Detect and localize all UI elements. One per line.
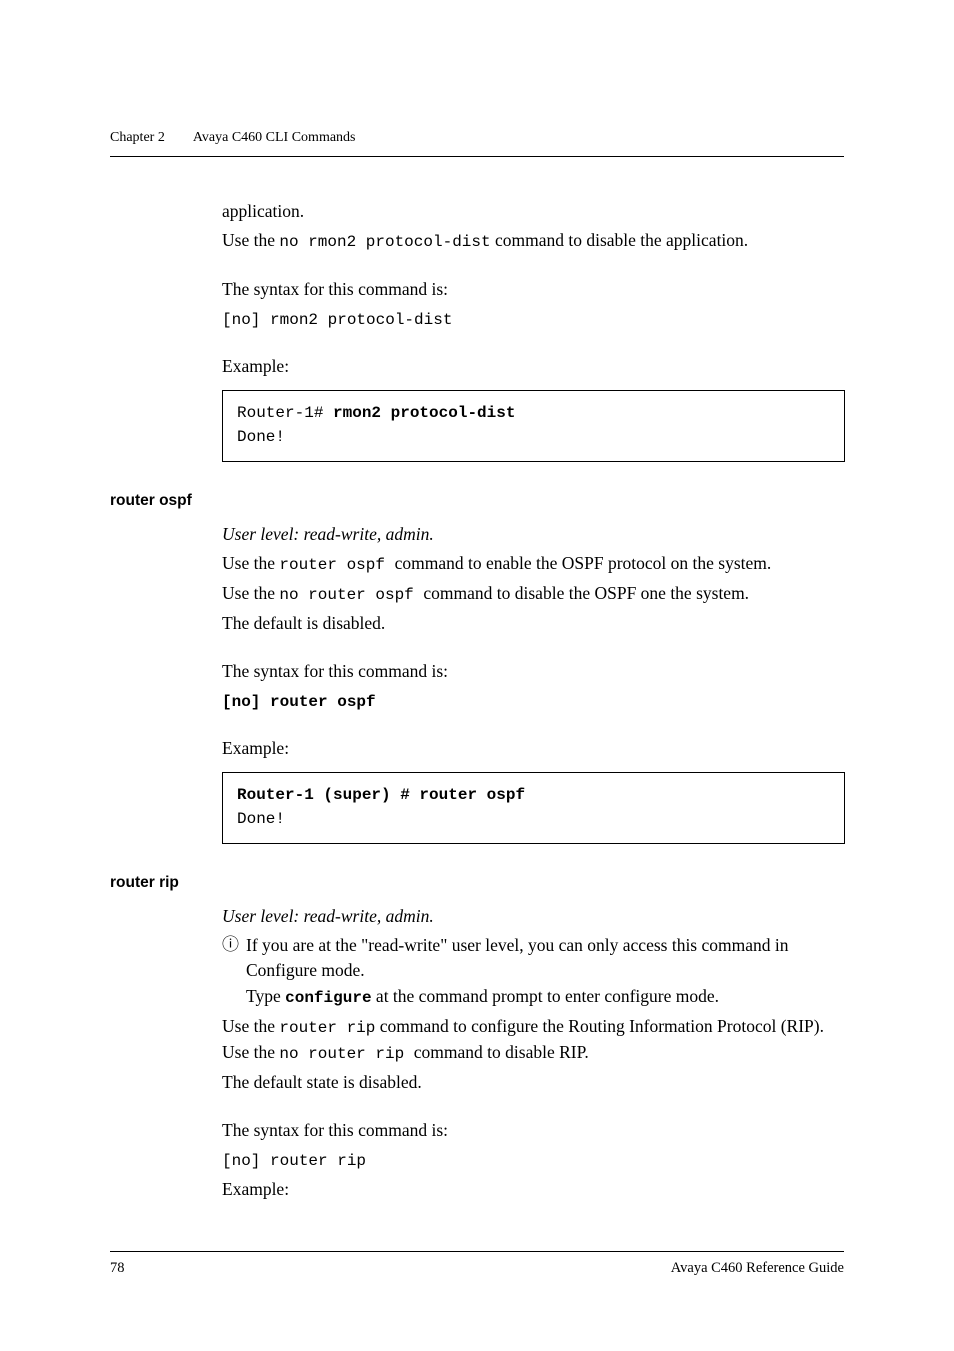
section-rmon2-continued: application. Use the no rmon2 protocol-d… bbox=[222, 199, 844, 462]
body-text: The syntax for this command is: bbox=[222, 659, 844, 684]
inline-code: no rmon2 protocol-dist bbox=[279, 233, 490, 251]
footer-row: 78 Avaya C460 Reference Guide bbox=[110, 1260, 844, 1277]
section-router-rip: User level: read-write, admin. ⓘ If you … bbox=[222, 904, 844, 1203]
section-heading-router-rip: router rip bbox=[110, 874, 844, 892]
text-fragment: Use the bbox=[222, 1016, 279, 1036]
body-text: Example: bbox=[222, 1177, 844, 1202]
info-note: ⓘ If you are at the "read-write" user le… bbox=[222, 933, 844, 984]
body-text: Use the router ospf command to enable th… bbox=[222, 551, 844, 577]
syntax-line: [no] rmon2 protocol-dist bbox=[222, 306, 844, 332]
body-text: The syntax for this command is: bbox=[222, 277, 844, 302]
chapter-title: Avaya C460 CLI Commands bbox=[193, 130, 356, 146]
info-icon: ⓘ bbox=[222, 933, 246, 958]
text-fragment: Use the bbox=[222, 553, 279, 573]
inline-code-bold: [no] router ospf bbox=[222, 693, 376, 711]
footer-rule bbox=[110, 1251, 844, 1252]
text-fragment: Use the bbox=[222, 583, 279, 603]
inline-code: [no] router rip bbox=[222, 1152, 366, 1170]
body-text: Example: bbox=[222, 736, 844, 761]
body-text: Use the no router ospf command to disabl… bbox=[222, 581, 844, 607]
code-line: Router-1# rmon2 protocol-dist bbox=[237, 401, 830, 425]
syntax-line: [no] router ospf bbox=[222, 688, 844, 714]
running-header: Chapter 2 Avaya C460 CLI Commands bbox=[110, 130, 844, 146]
info-subtext: Type configure at the command prompt to … bbox=[246, 984, 844, 1010]
body-text: Use the no rmon2 protocol-dist command t… bbox=[222, 228, 844, 254]
text-fragment: at the command prompt to enter configure… bbox=[372, 986, 719, 1006]
user-level: User level: read-write, admin. bbox=[222, 904, 844, 929]
code-line: Done! bbox=[237, 425, 830, 449]
code-example-box: Router-1 (super) # router ospf Done! bbox=[222, 772, 845, 844]
body-text: Use the router rip command to configure … bbox=[222, 1014, 844, 1066]
user-level: User level: read-write, admin. bbox=[222, 522, 844, 547]
inline-code: router ospf bbox=[279, 556, 394, 574]
body-text: application. bbox=[222, 199, 844, 224]
inline-code: no router rip bbox=[279, 1045, 413, 1063]
code-line: Router-1 (super) # router ospf bbox=[237, 783, 830, 807]
inline-code: no router ospf bbox=[279, 586, 423, 604]
code-command: rmon2 protocol-dist bbox=[333, 404, 515, 422]
section-heading-router-ospf: router ospf bbox=[110, 492, 844, 510]
chapter-label: Chapter 2 bbox=[110, 130, 165, 146]
text-fragment: command to disable the OSPF one the syst… bbox=[423, 583, 749, 603]
code-line: Done! bbox=[237, 807, 830, 831]
text-fragment: command to disable the application. bbox=[491, 230, 749, 250]
syntax-line: [no] router rip bbox=[222, 1147, 844, 1173]
body-text: Example: bbox=[222, 354, 844, 379]
code-prompt: Router-1# bbox=[237, 404, 333, 422]
inline-code: router rip bbox=[279, 1019, 375, 1037]
text-fragment: command to disable RIP. bbox=[414, 1042, 589, 1062]
text-fragment: Use the bbox=[222, 230, 279, 250]
body-text: The default is disabled. bbox=[222, 611, 844, 636]
inline-code-bold: configure bbox=[285, 989, 371, 1007]
section-router-ospf: User level: read-write, admin. Use the r… bbox=[222, 522, 844, 844]
page-number: 78 bbox=[110, 1260, 125, 1277]
header-rule bbox=[110, 156, 844, 157]
body-text: The syntax for this command is: bbox=[222, 1118, 844, 1143]
text-fragment: command to enable the OSPF protocol on t… bbox=[395, 553, 772, 573]
info-text: If you are at the "read-write" user leve… bbox=[246, 933, 844, 984]
inline-code: [no] rmon2 protocol-dist bbox=[222, 311, 452, 329]
page-footer: 78 Avaya C460 Reference Guide bbox=[110, 1251, 844, 1277]
body-text: The default state is disabled. bbox=[222, 1070, 844, 1095]
text-fragment: Type bbox=[246, 986, 285, 1006]
page: Chapter 2 Avaya C460 CLI Commands applic… bbox=[0, 0, 954, 1351]
code-example-box: Router-1# rmon2 protocol-dist Done! bbox=[222, 390, 845, 462]
code-command: Router-1 (super) # router ospf bbox=[237, 786, 525, 804]
doc-title: Avaya C460 Reference Guide bbox=[671, 1260, 844, 1277]
